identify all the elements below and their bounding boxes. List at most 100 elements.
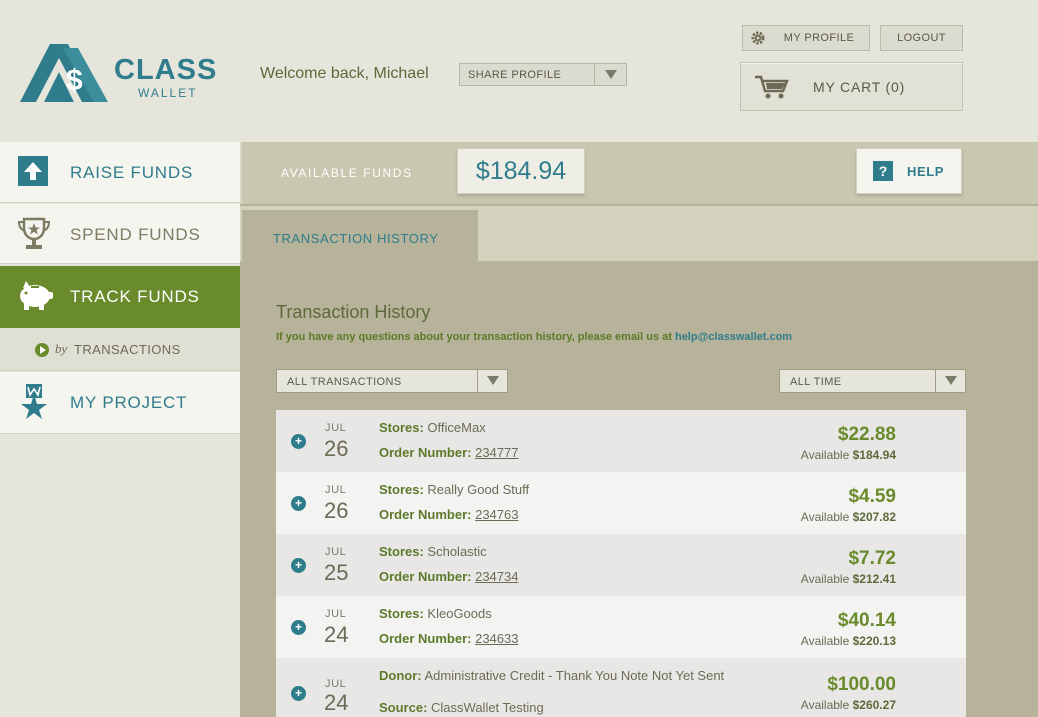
sidebar-item-my-project[interactable]: MY PROJECT [0,372,240,434]
gear-icon [751,31,765,45]
help-button[interactable]: ? HELP [856,148,962,194]
store-value: KleoGoods [427,606,492,621]
transaction-list: + JUL 26 Stores: OfficeMax Order Number:… [276,410,966,717]
ribbon-star-icon [21,384,47,419]
transaction-order: Order Number: 234633 [379,631,518,646]
dropdown-arrow [594,64,626,85]
transaction-amount: $4.59 [848,486,896,507]
transaction-order: Order Number: 234734 [379,569,518,584]
transaction-month: JUL [325,608,347,620]
main-content: Transaction History If you have any ques… [240,261,1038,717]
available-label: Available [800,572,850,586]
header: $ CLASS WALLET Welcome back, Michael SHA… [0,0,1038,142]
share-profile-label: SHARE PROFILE [468,69,562,81]
transaction-store: Stores: Really Good Stuff [379,483,729,496]
transaction-available: Available $212.41 [801,572,896,586]
transaction-store: Stores: KleoGoods [379,607,729,620]
sidebar: RAISE FUNDS SPEND FUNDS TRACK FUNDS by T… [0,142,240,717]
transaction-row[interactable]: + JUL 26 Stores: Really Good Stuff Order… [276,472,966,534]
source-key: Source: [379,700,428,715]
transaction-amount: $22.88 [837,424,896,445]
expand-plus-icon[interactable]: + [291,434,306,449]
sidebar-sub-by: by [55,341,68,356]
transaction-day: 26 [324,436,349,461]
tab-transaction-history[interactable]: TRANSACTION HISTORY [242,210,478,261]
store-key: Stores: [379,482,424,497]
my-profile-button[interactable]: MY PROFILE [742,25,870,51]
transaction-type-value: ALL TRANSACTIONS [287,376,402,388]
order-key: Order Number: [379,507,472,522]
logo-text-wallet: WALLET [138,86,198,100]
help-email-link[interactable]: help@classwallet.com [675,331,792,343]
expand-plus-icon[interactable]: + [291,620,306,635]
available-funds-value: $184.94 [457,148,585,194]
order-number-link[interactable]: 234777 [475,445,518,460]
expand-plus-icon[interactable]: + [291,686,306,701]
available-value: $207.82 [852,510,896,524]
available-label: Available [800,510,850,524]
piggy-bank-icon [20,281,53,310]
chevron-down-icon [487,376,499,385]
transaction-row[interactable]: + JUL 25 Stores: Scholastic Order Number… [276,534,966,596]
transaction-day: 24 [324,690,349,715]
share-profile-dropdown[interactable]: SHARE PROFILE [459,63,627,86]
help-label: HELP [907,164,945,179]
transaction-amount: $100.00 [827,674,896,695]
transaction-month: JUL [325,484,347,496]
transaction-source: Source: ClassWallet Testing [379,700,544,715]
order-number-link[interactable]: 234734 [475,569,518,584]
logout-button[interactable]: LOGOUT [880,25,963,51]
available-value: $220.13 [852,634,896,648]
transaction-order: Order Number: 234763 [379,507,518,522]
store-value: OfficeMax [427,420,486,435]
order-key: Order Number: [379,631,472,646]
available-label: Available [800,448,850,462]
transaction-available: Available $260.27 [801,698,896,712]
time-range-value: ALL TIME [790,376,842,388]
sidebar-item-spend-funds[interactable]: SPEND FUNDS [0,204,240,264]
available-value: $260.27 [852,698,896,712]
sidebar-sub-label: TRANSACTIONS [74,342,181,357]
transaction-amount: $40.14 [837,610,896,631]
sidebar-item-label: TRACK FUNDS [70,287,200,306]
transaction-row[interactable]: + JUL 24 Donor: Administrative Credit - … [276,658,966,717]
page-title: Transaction History [276,302,431,322]
available-value: $212.41 [852,572,896,586]
time-range-dropdown[interactable]: ALL TIME [779,369,966,393]
transaction-day: 26 [324,498,349,523]
upload-arrow-icon [18,156,48,186]
sidebar-item-raise-funds[interactable]: RAISE FUNDS [0,142,240,203]
available-value: $184.94 [852,448,896,462]
sidebar-item-label: MY PROJECT [70,393,188,412]
transaction-type-dropdown[interactable]: ALL TRANSACTIONS [276,369,508,393]
donor-value: Administrative Credit - Thank You Note N… [424,668,725,683]
transaction-row[interactable]: + JUL 24 Stores: KleoGoods Order Number:… [276,596,966,658]
expand-plus-icon[interactable]: + [291,496,306,511]
sidebar-item-label: RAISE FUNDS [70,163,194,182]
my-profile-label: MY PROFILE [783,32,855,44]
transaction-amount: $7.72 [848,548,896,569]
sidebar-item-track-funds[interactable]: TRACK FUNDS [0,266,240,328]
welcome-message: Welcome back, Michael [260,65,429,82]
transaction-store: Stores: OfficeMax [379,421,729,434]
logo-text-class: CLASS [114,54,218,86]
order-number-link[interactable]: 234633 [475,631,518,646]
classwallet-logo[interactable]: $ CLASS WALLET [20,44,220,106]
transaction-available: Available $220.13 [801,634,896,648]
transaction-month: JUL [325,546,347,558]
available-label: Available [800,698,850,712]
order-number-link[interactable]: 234763 [475,507,518,522]
transaction-row[interactable]: + JUL 26 Stores: OfficeMax Order Number:… [276,410,966,472]
svg-text:$: $ [66,64,83,97]
available-funds-bar: AVAILABLE FUNDS $184.94 ? HELP [240,142,1038,204]
transaction-available: Available $207.82 [801,510,896,524]
source-value: ClassWallet Testing [431,700,544,715]
my-cart-button[interactable]: MY CART (0) [740,62,963,111]
dropdown-arrow [477,370,507,392]
expand-plus-icon[interactable]: + [291,558,306,573]
donor-key: Donor: [379,668,422,683]
my-cart-label: MY CART (0) [813,79,906,95]
sidebar-subitem-transactions[interactable]: by TRANSACTIONS [0,328,240,371]
play-arrow-icon [35,343,49,357]
store-key: Stores: [379,544,424,559]
